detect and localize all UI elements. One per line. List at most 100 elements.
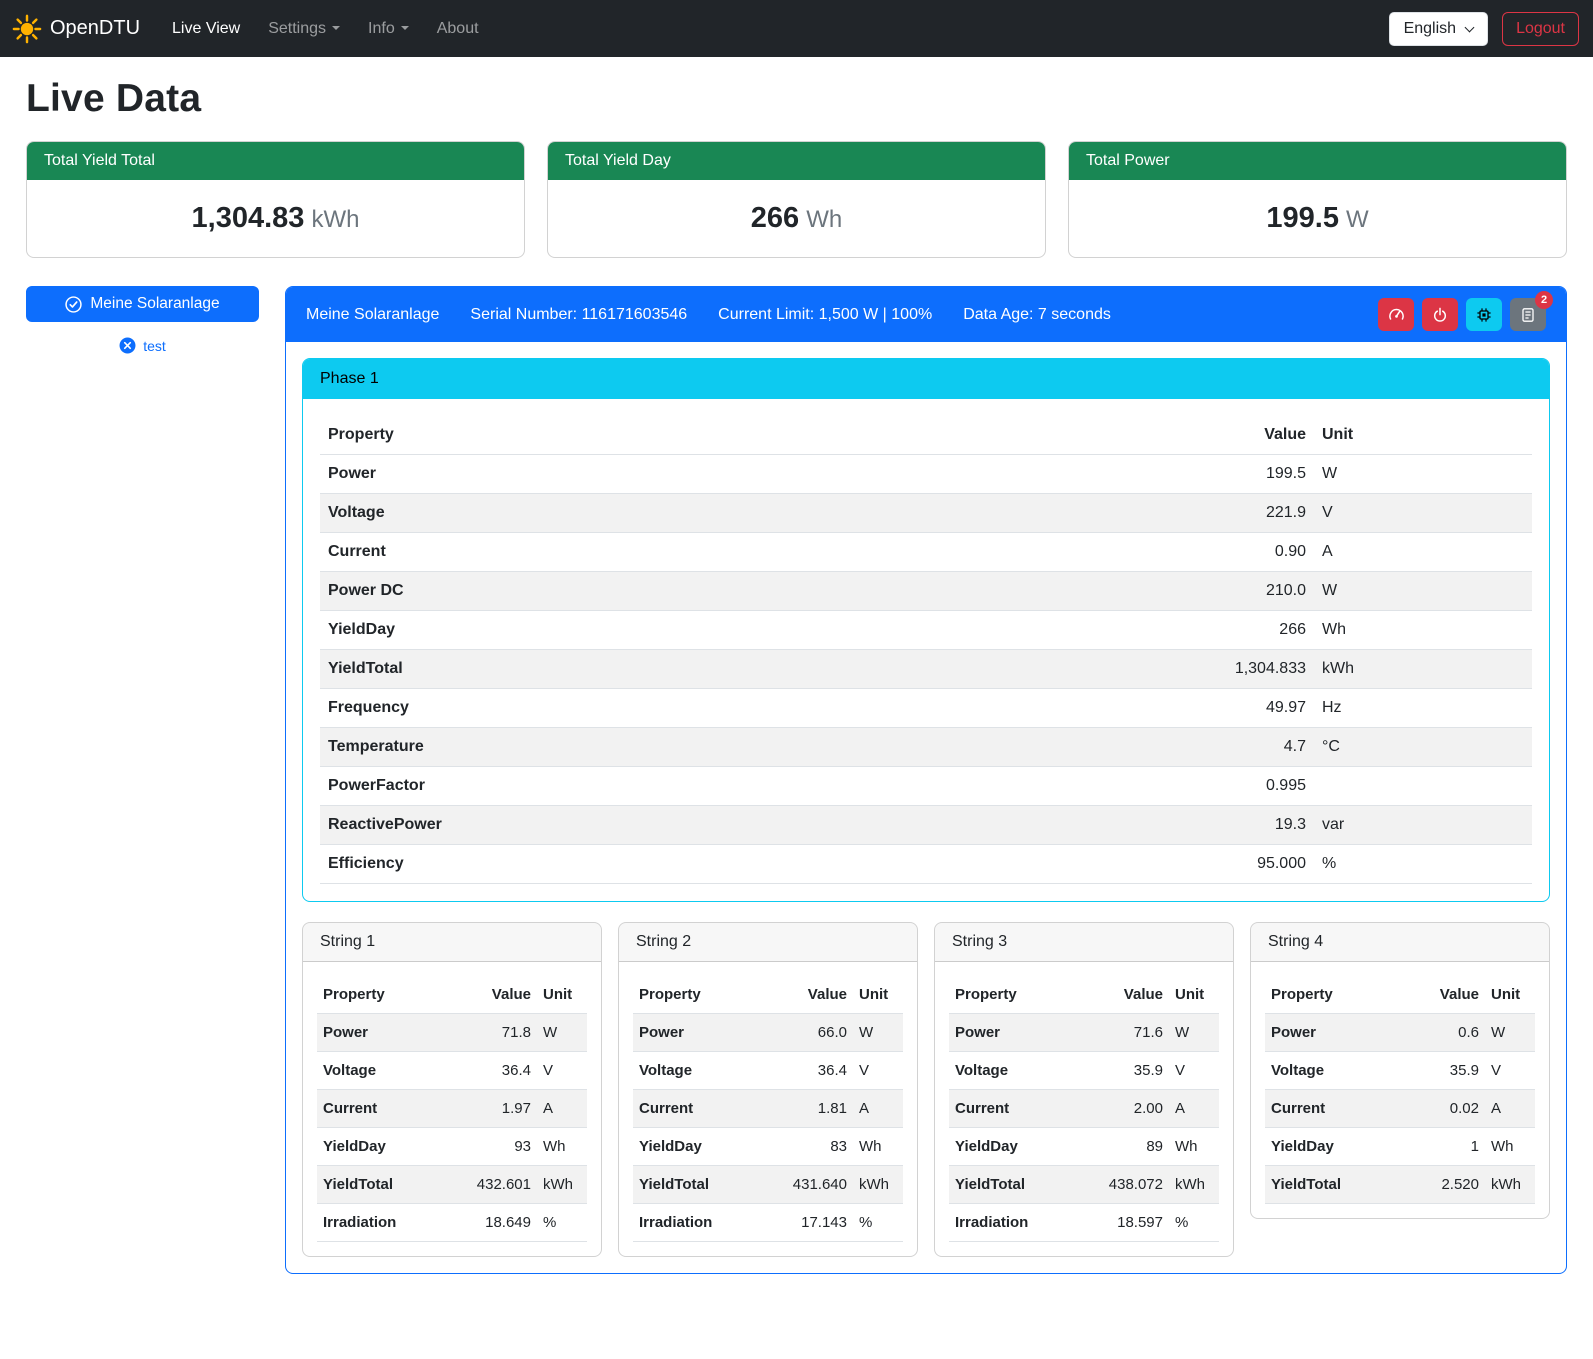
row-property: YieldDay [317,1128,453,1166]
row-property: Irradiation [317,1204,453,1242]
row-unit: Hz [1314,689,1532,728]
page-title: Live Data [26,77,1567,121]
table-row: Efficiency 95.000 % [320,845,1532,884]
table-row: YieldTotal 438.072 kWh [949,1166,1219,1204]
row-unit: V [853,1052,903,1090]
sidebar-item-test[interactable]: test [26,337,259,354]
row-unit: Wh [853,1128,903,1166]
row-value: 66.0 [769,1014,853,1052]
col-value: Value [1085,976,1169,1014]
nav-item-about[interactable]: About [423,12,493,46]
string-card-4: String 4 Property Value Unit [1250,922,1550,1219]
row-value: 36.4 [769,1052,853,1090]
table-row: Power 71.6 W [949,1014,1219,1052]
table-row: YieldDay 83 Wh [633,1128,903,1166]
row-unit: V [1314,494,1532,533]
table-row: YieldDay 1 Wh [1265,1128,1535,1166]
row-value: 17.143 [769,1204,853,1242]
journal-icon [1520,307,1536,323]
chevron-down-icon [332,26,340,30]
chevron-down-icon [401,26,409,30]
string-table: Property Value Unit Power [317,976,587,1242]
table-row: YieldDay 266 Wh [320,611,1532,650]
col-value: Value [453,976,537,1014]
col-property: Property [633,976,769,1014]
phase-card: Phase 1 Property Value Unit [302,358,1550,902]
row-value: 71.6 [1085,1014,1169,1052]
table-row: Power 199.5 W [320,455,1532,494]
table-row: Irradiation 18.649 % [317,1204,587,1242]
table-header-row: Property Value Unit [1265,976,1535,1014]
col-unit: Unit [1314,416,1532,455]
row-property: Voltage [320,494,1104,533]
language-selector[interactable]: English [1389,12,1488,46]
col-unit: Unit [1485,976,1535,1014]
limit-settings-button[interactable] [1378,298,1414,331]
row-property: Current [1265,1090,1401,1128]
row-unit: W [1314,455,1532,494]
nav-item-label: Live View [172,20,240,37]
summary-value: 266 [751,202,799,234]
row-value: 0.02 [1401,1090,1485,1128]
strings-row: String 1 Property Value Unit [302,922,1550,1257]
row-property: Power [1265,1014,1401,1052]
col-property: Property [317,976,453,1014]
string-title: String 4 [1251,923,1549,962]
string-table-head: Property Value Unit [949,976,1219,1014]
phase-table-head: Property Value Unit [320,416,1532,455]
event-log-button[interactable]: 2 [1510,298,1546,331]
row-unit: W [1485,1014,1535,1052]
summary-unit: kWh [311,206,359,233]
logout-button[interactable]: Logout [1502,12,1579,46]
row-unit: Wh [1485,1128,1535,1166]
row-value: 1,304.833 [1104,650,1314,689]
inverter-body: Phase 1 Property Value Unit [286,342,1566,1273]
nav-item-info[interactable]: Info [354,12,423,46]
string-table-body: Power 71.8 W Voltage 36.4 V [317,1014,587,1242]
string-table-head: Property Value Unit [633,976,903,1014]
serial-number: Serial Number: 116171603546 [470,306,687,324]
nav-item-label: Info [368,20,395,37]
row-value: 266 [1104,611,1314,650]
row-value: 0.90 [1104,533,1314,572]
inverter-sidebar: Meine Solaranlage test [26,286,259,354]
row-property: Frequency [320,689,1104,728]
row-property: Power [320,455,1104,494]
sidebar-item-meine-solaranlage[interactable]: Meine Solaranlage [26,286,259,322]
navbar: OpenDTU Live View Settings Info About En… [0,0,1593,57]
row-property: YieldDay [320,611,1104,650]
table-row: YieldTotal 1,304.833 kWh [320,650,1532,689]
row-property: Efficiency [320,845,1104,884]
string-table: Property Value Unit Power [949,976,1219,1242]
row-unit: A [1485,1090,1535,1128]
row-property: YieldTotal [320,650,1104,689]
power-control-button[interactable] [1422,298,1458,331]
table-row: Temperature 4.7 °C [320,728,1532,767]
table-row: YieldDay 89 Wh [949,1128,1219,1166]
nav-item-settings[interactable]: Settings [254,12,354,46]
summary-card: Total Yield Day 266Wh [547,141,1046,258]
table-header-row: Property Value Unit [317,976,587,1014]
row-property: Voltage [949,1052,1085,1090]
string-table-body: Power 66.0 W Voltage 36.4 V [633,1014,903,1242]
row-value: 432.601 [453,1166,537,1204]
table-row: Voltage 221.9 V [320,494,1532,533]
row-property: Power DC [320,572,1104,611]
row-value: 35.9 [1085,1052,1169,1090]
row-value: 0.6 [1401,1014,1485,1052]
brand[interactable]: OpenDTU [12,14,140,44]
check-circle-icon [65,296,82,313]
device-info-button[interactable] [1466,298,1502,331]
row-unit: kWh [1314,650,1532,689]
row-property: YieldTotal [633,1166,769,1204]
row-unit: % [1169,1204,1219,1242]
nav-item-live-view[interactable]: Live View [158,12,254,46]
event-count-badge: 2 [1535,291,1553,309]
row-unit [1314,767,1532,806]
row-unit: kWh [537,1166,587,1204]
row-unit: V [1169,1052,1219,1090]
table-row: Current 1.97 A [317,1090,587,1128]
string-table-body: Power 71.6 W Voltage 35.9 V [949,1014,1219,1242]
table-row: YieldTotal 2.520 kWh [1265,1166,1535,1204]
row-value: 18.649 [453,1204,537,1242]
